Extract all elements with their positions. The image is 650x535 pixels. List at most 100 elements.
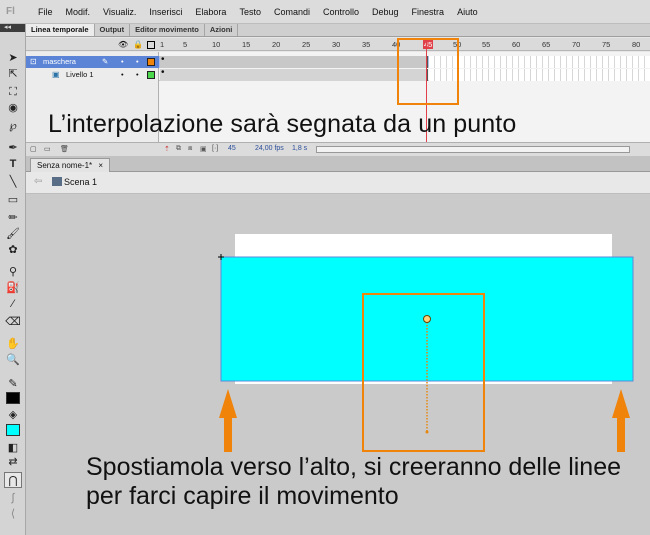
empty-frames[interactable] [429, 56, 650, 68]
current-frame[interactable]: 45 [228, 145, 236, 152]
ruler-mark: 5 [183, 40, 188, 49]
center-frame-icon[interactable]: ⇡ [164, 145, 170, 153]
timeline-scrollbar[interactable] [316, 146, 630, 153]
free-transform-tool-icon[interactable]: ⛶ [4, 84, 22, 100]
lock-dot[interactable]: • [136, 56, 139, 68]
ruler-mark: 20 [272, 40, 281, 49]
layer-name: Livello 1 [66, 70, 94, 79]
visibility-dot[interactable]: • [121, 56, 124, 68]
new-layer-icon[interactable]: ▢ [30, 145, 37, 153]
lasso-tool-icon[interactable]: ℘ [4, 118, 22, 134]
playhead-frame-number[interactable]: 45 [423, 40, 434, 49]
tab-actions[interactable]: Azioni [205, 24, 239, 36]
smooth-icon[interactable]: ∫ [4, 490, 22, 506]
menu-testo[interactable]: Testo [239, 7, 267, 17]
ruler-mark: 30 [332, 40, 341, 49]
menu-comandi[interactable]: Comandi [274, 7, 316, 17]
stroke-color-icon[interactable]: ✎ [4, 376, 22, 392]
outline-icon[interactable] [147, 41, 155, 49]
static-span[interactable] [160, 69, 428, 81]
ruler-mark: 10 [212, 40, 221, 49]
ruler-mark: 80 [632, 40, 641, 49]
tools-panel-grip[interactable]: ◂◂ [0, 24, 25, 32]
delete-layer-icon[interactable]: 🗑 [60, 145, 69, 153]
layer-color-box[interactable] [147, 71, 155, 79]
visibility-dot[interactable]: • [121, 69, 124, 81]
masked-layer-icon: ▣ [52, 70, 60, 79]
selection-tool-icon[interactable]: ➤ [4, 50, 22, 66]
timeline-header: 👁 🔒 1 5 10 15 20 25 30 35 40 45 50 55 60… [26, 38, 650, 51]
tab-motion-editor[interactable]: Editor movimento [130, 24, 205, 36]
new-folder-icon[interactable]: ▭ [44, 145, 51, 153]
paint-bucket-tool-icon[interactable]: ⛽ [4, 280, 22, 296]
pencil-tool-icon[interactable]: ✏ [4, 210, 22, 226]
layer-name: maschera [43, 57, 76, 66]
menu-visualizza[interactable]: Visualiz. [103, 7, 142, 17]
brush-tool-icon[interactable]: 🖌 [4, 226, 22, 242]
subselection-tool-icon[interactable]: ⇱ [4, 66, 22, 82]
menu-finestra[interactable]: Finestra [412, 7, 451, 17]
tween-span[interactable] [160, 56, 428, 68]
menu-file[interactable]: File [38, 7, 59, 17]
close-icon[interactable]: × [98, 161, 103, 170]
document-tabs: Senza nome-1* × [26, 156, 650, 172]
frames-row-livello-1[interactable]: • [159, 67, 650, 81]
mask-layer-icon: ⊡ [30, 57, 37, 66]
ruler-mark: 35 [362, 40, 371, 49]
eyedropper-tool-icon[interactable]: ⁄ [4, 296, 22, 312]
deco-tool-icon[interactable]: ✿ [4, 242, 22, 258]
document-tab[interactable]: Senza nome-1* × [30, 158, 111, 172]
menu-controllo[interactable]: Controllo [323, 7, 365, 17]
menu-debug[interactable]: Debug [372, 7, 405, 17]
eye-icon[interactable]: 👁 [118, 39, 128, 50]
frames-row-maschera[interactable]: • [159, 54, 650, 68]
empty-frames[interactable] [429, 69, 650, 81]
ruler-mark: 55 [482, 40, 491, 49]
ruler-mark: 50 [453, 40, 462, 49]
menu-modifica[interactable]: Modif. [66, 7, 97, 17]
back-arrow-icon[interactable]: ⇦ [34, 176, 42, 187]
onion-skin-icon[interactable]: ⧉ [176, 145, 181, 153]
tools-panel: ◂◂ ➤ ⇱ ⛶ ◉ ℘ ✒ T ╲ ▭ ✏ 🖌 ✿ ⚲ ⛽ ⁄ ⌫ ✋ 🔍 ✎… [0, 24, 26, 535]
stroke-color-swatch[interactable] [6, 392, 20, 404]
swap-colors-icon[interactable]: ⇄ [4, 454, 22, 470]
straighten-icon[interactable]: ⟨ [4, 506, 22, 522]
3d-rotation-tool-icon[interactable]: ◉ [4, 100, 22, 116]
onion-outline-icon[interactable]: ⧈ [188, 145, 192, 153]
ruler-mark: 60 [512, 40, 521, 49]
onion-markers-icon[interactable]: [·] [212, 145, 218, 152]
layer-row-livello-1[interactable]: ▣ Livello 1 • • [26, 69, 159, 81]
hand-tool-icon[interactable]: ✋ [4, 336, 22, 352]
annotation-bottom: Spostiamola verso l’alto, si creeranno d… [86, 453, 622, 510]
menu-aiuto[interactable]: Aiuto [457, 7, 484, 17]
tab-output[interactable]: Output [95, 24, 131, 36]
layer-color-box[interactable] [147, 58, 155, 66]
line-tool-icon[interactable]: ╲ [4, 174, 22, 190]
keyframe-icon[interactable]: • [161, 67, 165, 78]
bone-tool-icon[interactable]: ⚲ [4, 264, 22, 280]
menu-inserisci[interactable]: Inserisci [149, 7, 188, 17]
timeline-tabs: Linea temporale Output Editor movimento … [26, 24, 650, 37]
snap-magnet-icon[interactable]: ⋂ [4, 472, 22, 488]
zoom-tool-icon[interactable]: 🔍 [4, 352, 22, 368]
layer-row-maschera[interactable]: ⊡ maschera ✎ • • [26, 56, 159, 68]
edit-frames-icon[interactable]: ▣ [200, 145, 207, 153]
eraser-tool-icon[interactable]: ⌫ [4, 314, 22, 330]
rectangle-tool-icon[interactable]: ▭ [4, 192, 22, 208]
ruler-mark: 1 [160, 40, 165, 49]
pen-tool-icon[interactable]: ✒ [4, 140, 22, 156]
lock-icon[interactable]: 🔒 [133, 39, 143, 50]
scene-label[interactable]: Scena 1 [64, 177, 97, 187]
pencil-icon: ✎ [102, 57, 109, 66]
scene-icon [52, 177, 62, 186]
menu-bar: Fl File Modif. Visualiz. Inserisci Elabo… [0, 0, 650, 24]
ruler-mark: 65 [542, 40, 551, 49]
fill-color-icon[interactable]: ◈ [4, 407, 22, 423]
menu-elabora[interactable]: Elabora [195, 7, 232, 17]
lock-dot[interactable]: • [136, 69, 139, 81]
start-keyframe-icon[interactable]: • [161, 54, 165, 65]
fill-color-swatch[interactable] [6, 424, 20, 436]
tab-timeline[interactable]: Linea temporale [26, 24, 95, 36]
text-tool-icon[interactable]: T [4, 156, 22, 172]
frame-rate[interactable]: 24,00 fps [255, 145, 284, 152]
